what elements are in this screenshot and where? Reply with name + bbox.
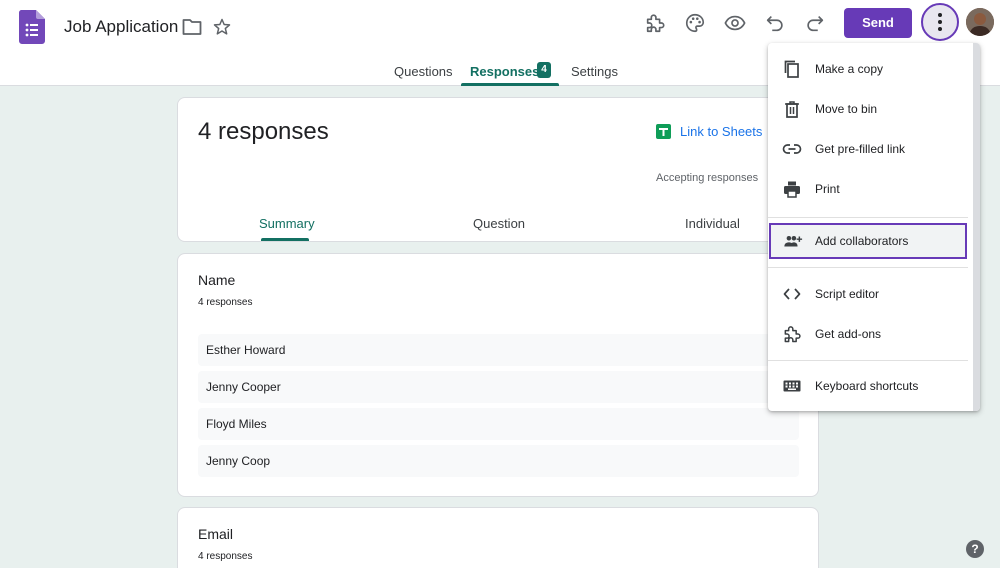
puzzle-icon [784,326,801,343]
menu-item-label: Make a copy [815,62,884,76]
link-to-sheets-label: Link to Sheets [680,124,763,139]
name-question-card: Name 4 responses Esther Howard Jenny Coo… [177,253,819,497]
menu-scrollbar[interactable] [973,43,980,411]
add-people-icon [784,236,803,247]
responses-summary-card: 4 responses Link to Sheets Accepting res… [177,97,819,242]
responses-count-badge: 4 [537,62,551,78]
more-vert-icon [938,13,942,31]
palette-icon[interactable] [684,12,706,34]
question-title: Name [198,272,236,288]
menu-item-print[interactable]: Print [768,171,968,207]
print-icon [784,181,800,198]
keyboard-icon [783,380,801,392]
question-response-count: 4 responses [198,551,253,562]
active-tab-indicator [461,83,559,86]
undo-icon[interactable] [764,12,786,34]
menu-item-label: Keyboard shortcuts [815,379,919,393]
subtab-summary[interactable]: Summary [259,216,315,231]
redo-icon[interactable] [804,12,826,34]
copy-icon [784,60,799,78]
menu-item-get-prefilled-link[interactable]: Get pre-filled link [768,131,968,167]
folder-icon[interactable] [182,18,202,36]
form-title[interactable]: Job Application [64,17,178,37]
send-button[interactable]: Send [844,8,912,38]
forms-logo-icon[interactable] [19,10,45,44]
menu-item-move-to-bin[interactable]: Move to bin [768,91,968,127]
menu-item-label: Move to bin [815,102,878,116]
menu-item-make-a-copy[interactable]: Make a copy [768,51,968,87]
response-row: Jenny Coop [198,445,799,477]
menu-item-script-editor[interactable]: Script editor [768,276,968,312]
menu-item-label: Script editor [815,287,880,301]
avatar[interactable] [966,8,994,36]
menu-divider [768,217,968,218]
menu-divider [768,360,968,361]
preview-icon[interactable] [724,12,746,34]
tab-responses[interactable]: Responses [470,64,539,79]
star-icon[interactable] [212,17,232,37]
response-row: Esther Howard [198,334,799,366]
question-title: Email [198,526,234,542]
accepting-responses-label: Accepting responses [656,172,759,184]
subtab-question[interactable]: Question [473,216,525,231]
link-icon [782,144,802,154]
tab-settings[interactable]: Settings [571,64,618,79]
addons-icon[interactable] [644,12,666,34]
more-options-button[interactable] [921,3,959,41]
response-row: Jenny Cooper [198,371,799,403]
menu-item-label: Print [815,182,840,196]
response-count-heading: 4 responses [198,118,329,145]
menu-divider [768,267,968,268]
avatar-image [966,8,994,36]
code-icon [783,288,801,300]
menu-item-add-collaborators[interactable]: Add collaborators [769,223,967,259]
tab-questions[interactable]: Questions [394,64,453,79]
response-row: Floyd Miles [198,408,799,440]
menu-item-keyboard-shortcuts[interactable]: Keyboard shortcuts [768,368,968,404]
email-question-card: Email 4 responses [177,507,819,568]
trash-icon [785,101,799,118]
active-subtab-indicator [261,238,309,241]
help-icon[interactable]: ? [966,540,984,558]
menu-item-label: Add collaborators [815,234,909,248]
question-response-count: 4 responses [198,297,253,308]
menu-item-label: Get add-ons [815,327,882,341]
subtab-individual[interactable]: Individual [685,216,740,231]
menu-item-get-add-ons[interactable]: Get add-ons [768,316,968,352]
more-options-menu: Make a copy Move to bin Get pre-filled l… [768,43,980,411]
menu-item-label: Get pre-filled link [815,142,906,156]
sheets-icon [656,124,671,139]
